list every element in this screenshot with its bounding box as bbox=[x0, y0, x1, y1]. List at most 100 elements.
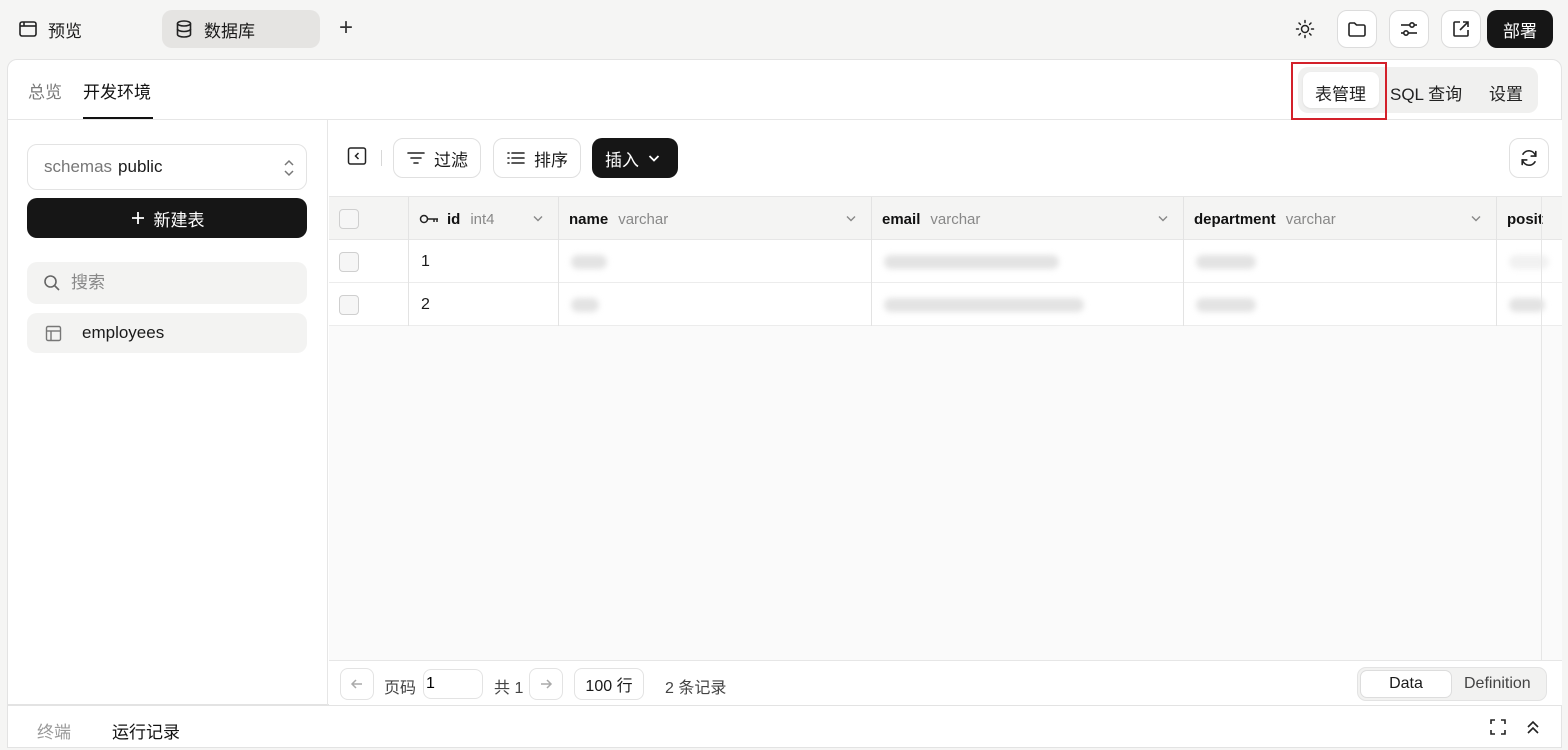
select-all-checkbox[interactable] bbox=[339, 209, 359, 229]
row-checkbox[interactable] bbox=[339, 294, 359, 315]
tab-database-label: 数据库 bbox=[204, 21, 255, 41]
table-search bbox=[27, 262, 307, 304]
fullscreen-icon[interactable] bbox=[1489, 718, 1507, 736]
filter-button[interactable]: 过滤 bbox=[393, 138, 481, 178]
tab-overview[interactable]: 总览 bbox=[28, 78, 62, 103]
sliders-icon bbox=[1399, 19, 1419, 39]
segment-settings[interactable]: 设置 bbox=[1489, 80, 1523, 105]
cell-position[interactable] bbox=[1497, 240, 1562, 283]
chevron-down-icon bbox=[647, 151, 661, 165]
table-row[interactable]: 2 bbox=[329, 283, 1562, 326]
total-pages: 共 1 bbox=[494, 680, 524, 697]
insert-label: 插入 bbox=[605, 150, 639, 170]
deploy-button[interactable]: 部署 bbox=[1487, 10, 1553, 48]
active-tab-indicator bbox=[83, 117, 153, 119]
table-row[interactable]: 1 bbox=[329, 240, 1562, 283]
sort-label: 排序 bbox=[534, 150, 568, 170]
top-bar: 预览 数据库 + 部署 bbox=[0, 0, 1568, 58]
refresh-icon bbox=[1519, 148, 1539, 168]
chevron-down-icon[interactable] bbox=[845, 212, 857, 224]
schema-label: schemas bbox=[44, 157, 113, 176]
data-definition-toggle: Data Definition bbox=[1357, 667, 1547, 701]
column-name: department bbox=[1194, 210, 1276, 228]
table-toolbar: 过滤 排序 插入 bbox=[329, 120, 1562, 196]
schema-select[interactable]: schemas public bbox=[27, 144, 307, 190]
tab-database[interactable]: 数据库 bbox=[162, 10, 320, 48]
table-content: 过滤 排序 插入 id int4 name varchar email varc… bbox=[329, 120, 1562, 706]
row-checkbox[interactable] bbox=[339, 251, 359, 272]
filter-label: 过滤 bbox=[434, 150, 468, 170]
column-header-position[interactable]: posit bbox=[1497, 197, 1562, 241]
collapse-sidebar-button[interactable] bbox=[347, 146, 367, 166]
view-data[interactable]: Data bbox=[1360, 670, 1452, 698]
insert-button[interactable]: 插入 bbox=[592, 138, 678, 178]
column-header-department[interactable]: department varchar bbox=[1184, 197, 1497, 241]
cell-id[interactable]: 1 bbox=[409, 240, 559, 283]
files-button[interactable] bbox=[1337, 10, 1377, 48]
theme-toggle-button[interactable] bbox=[1285, 10, 1325, 48]
tab-run-log[interactable]: 运行记录 bbox=[112, 718, 180, 743]
bottom-bar: 终端 运行记录 bbox=[7, 705, 1562, 748]
cell-email[interactable] bbox=[872, 240, 1184, 283]
column-header-id[interactable]: id int4 bbox=[409, 197, 559, 241]
prev-page-button[interactable] bbox=[340, 668, 374, 700]
database-icon bbox=[174, 19, 194, 39]
cell-id[interactable]: 2 bbox=[409, 283, 559, 326]
cell-name[interactable] bbox=[559, 240, 872, 283]
page-label: 页码 bbox=[384, 680, 417, 697]
cell-department[interactable] bbox=[1184, 240, 1497, 283]
arrow-right-icon bbox=[538, 676, 554, 692]
folder-icon bbox=[1347, 19, 1367, 39]
tab-preview[interactable]: 预览 bbox=[14, 10, 86, 48]
segment-sql-query[interactable]: SQL 查询 bbox=[1390, 80, 1462, 105]
toolbar-divider bbox=[381, 150, 382, 166]
column-header-name[interactable]: name varchar bbox=[559, 197, 872, 241]
select-all-cell bbox=[329, 197, 409, 241]
chevron-up-down-icon bbox=[282, 158, 296, 178]
filter-icon bbox=[406, 148, 426, 168]
open-external-button[interactable] bbox=[1441, 10, 1481, 48]
add-tab-button[interactable]: + bbox=[332, 14, 360, 42]
column-type: varchar bbox=[930, 210, 981, 228]
column-type: int4 bbox=[470, 210, 495, 228]
chevron-down-icon[interactable] bbox=[532, 212, 544, 224]
external-link-icon bbox=[1451, 19, 1471, 39]
list-icon bbox=[506, 148, 526, 168]
refresh-button[interactable] bbox=[1509, 138, 1549, 178]
sub-navigation: 总览 开发环境 表管理 SQL 查询 设置 bbox=[8, 60, 1561, 120]
tab-dev-environment[interactable]: 开发环境 bbox=[83, 78, 151, 103]
sidebar-collapse-icon bbox=[347, 146, 367, 166]
arrow-left-icon bbox=[349, 676, 365, 692]
pagination-bar: 页码 共 1 100 行 2 条记录 Data Definition bbox=[329, 660, 1562, 706]
settings-sliders-button[interactable] bbox=[1389, 10, 1429, 48]
cell-email[interactable] bbox=[872, 283, 1184, 326]
cell-department[interactable] bbox=[1184, 283, 1497, 326]
search-icon bbox=[43, 274, 61, 292]
view-definition[interactable]: Definition bbox=[1464, 675, 1531, 693]
schema-value: public bbox=[118, 157, 163, 176]
page-number-input[interactable] bbox=[423, 669, 483, 699]
sort-button[interactable]: 排序 bbox=[493, 138, 581, 178]
cell-position[interactable] bbox=[1497, 283, 1562, 326]
chevrons-up-icon[interactable] bbox=[1525, 718, 1541, 736]
main-panel: 总览 开发环境 表管理 SQL 查询 设置 schemas public 新建表 bbox=[7, 59, 1562, 706]
column-header-email[interactable]: email varchar bbox=[872, 197, 1184, 241]
sidebar: schemas public 新建表 employees bbox=[8, 120, 328, 706]
new-table-label: 新建表 bbox=[153, 210, 205, 230]
column-type: varchar bbox=[618, 210, 669, 228]
rows-per-page-select[interactable]: 100 行 bbox=[574, 668, 644, 700]
record-count: 2 条记录 bbox=[665, 680, 727, 697]
tab-terminal[interactable]: 终端 bbox=[37, 718, 71, 743]
table-item-employees[interactable]: employees bbox=[27, 313, 307, 353]
cell-name[interactable] bbox=[559, 283, 872, 326]
highlight-box bbox=[1291, 62, 1387, 120]
chevron-down-icon[interactable] bbox=[1470, 212, 1482, 224]
new-table-button[interactable]: 新建表 bbox=[27, 198, 307, 238]
next-page-button[interactable] bbox=[529, 668, 563, 700]
grid-header: id int4 name varchar email varchar depar… bbox=[329, 196, 1562, 241]
row-select-cell bbox=[329, 283, 409, 326]
search-input[interactable] bbox=[71, 273, 271, 293]
chevron-down-icon[interactable] bbox=[1157, 212, 1169, 224]
sun-icon bbox=[1295, 19, 1315, 39]
plus-icon bbox=[130, 210, 146, 226]
